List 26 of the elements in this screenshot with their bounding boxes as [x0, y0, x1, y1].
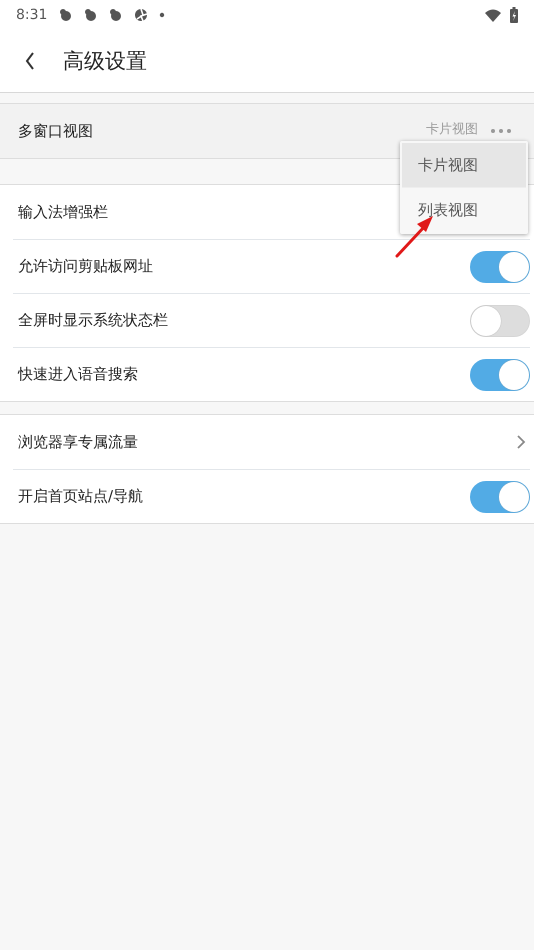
setting-label: 全屏时显示系统状态栏 [18, 311, 168, 330]
toggle-switch[interactable] [470, 358, 530, 390]
setting-label: 开启首页站点/导航 [18, 487, 144, 506]
page-title: 高级设置 [63, 48, 147, 75]
setting-label: 输入法增强栏 [18, 202, 108, 222]
back-icon [25, 52, 35, 70]
notification-icon [84, 8, 98, 22]
more-icon[interactable] [490, 128, 512, 134]
chevron-right-icon [517, 435, 526, 449]
setting-label: 浏览器享专属流量 [18, 432, 138, 452]
setting-label: 多窗口视图 [18, 122, 93, 140]
menu-item[interactable]: 卡片视图 [402, 143, 526, 188]
toggle-switch[interactable] [470, 304, 530, 336]
notification-icon [134, 8, 148, 22]
battery-icon [510, 7, 518, 23]
notification-icon [59, 8, 74, 22]
setting-value: 卡片视图 [426, 121, 478, 138]
setting-label: 允许访问剪贴板网址 [18, 257, 153, 276]
menu-item[interactable]: 列表视图 [402, 188, 526, 232]
setting-label: 快速进入语音搜索 [18, 365, 138, 384]
toggle-switch[interactable] [470, 250, 530, 282]
wifi-icon [484, 8, 502, 22]
dot-icon [159, 12, 166, 18]
notification-icon [109, 8, 124, 22]
status-time: 8:31 [16, 7, 48, 23]
toggle-switch[interactable] [470, 480, 530, 512]
